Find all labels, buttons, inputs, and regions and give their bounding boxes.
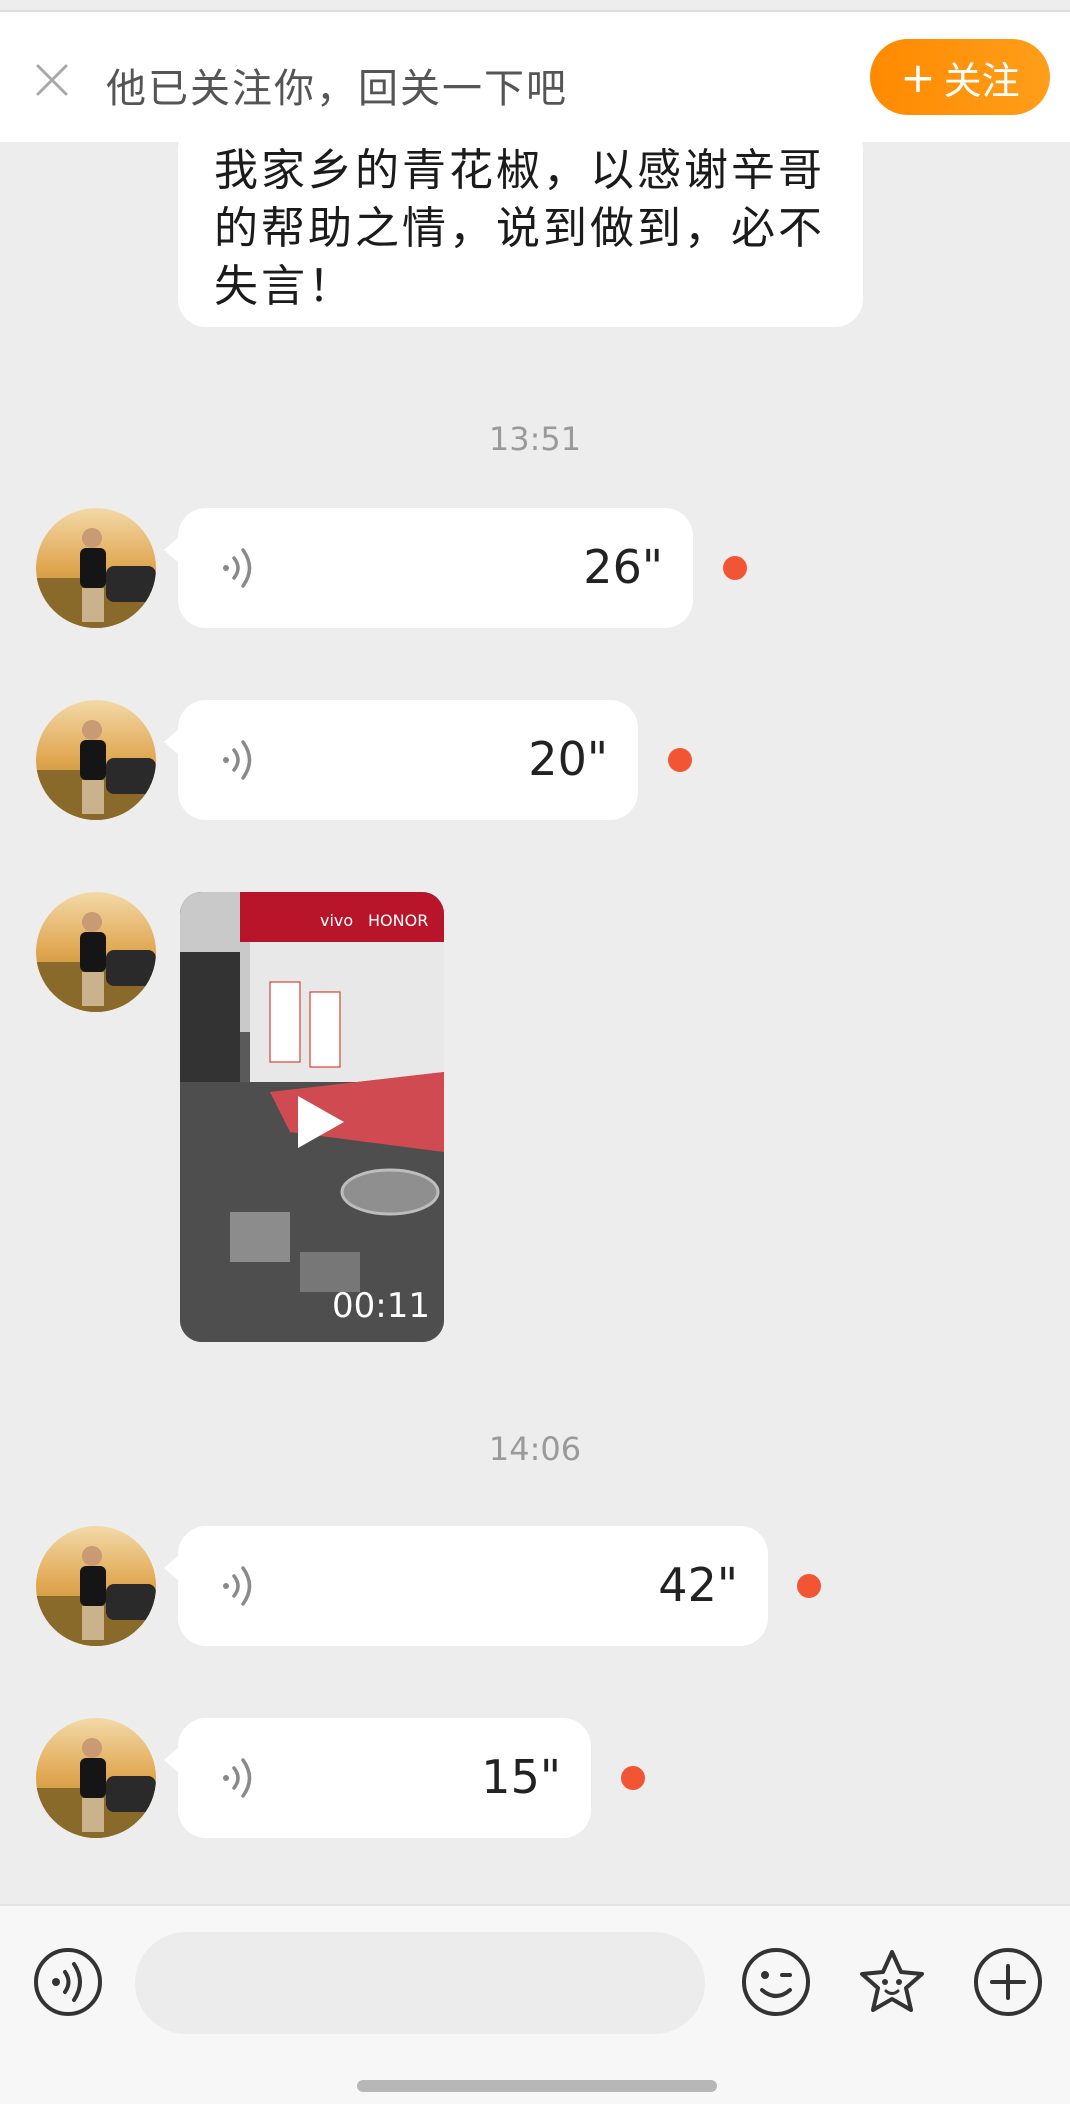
emoji-icon[interactable] <box>740 1946 812 2018</box>
follow-button[interactable]: + 关注 <box>870 39 1050 115</box>
voice-input-icon[interactable] <box>32 1946 104 2018</box>
follow-back-banner: 他已关注你，回关一下吧 + 关注 <box>0 12 1070 142</box>
avatar[interactable] <box>36 1526 156 1646</box>
avatar-image <box>36 1718 156 1838</box>
voice-duration: 15" <box>481 1750 561 1804</box>
status-strip <box>0 0 1070 12</box>
message-input[interactable] <box>135 1932 705 2034</box>
home-indicator[interactable] <box>357 2080 717 2092</box>
input-toolbar <box>0 1904 1070 2104</box>
voice-message-bubble[interactable]: 20" <box>164 700 638 820</box>
text-message-bubble[interactable]: 我家乡的青花椒，以感谢辛哥的帮助之情，说到做到，必不失言！ <box>178 142 863 327</box>
timestamp: 14:06 <box>488 1430 582 1468</box>
voice-wave-icon <box>223 1566 252 1606</box>
voice-message-bubble[interactable]: 26" <box>164 508 693 628</box>
voice-duration: 20" <box>528 732 608 786</box>
voice-message-bubble[interactable]: 15" <box>164 1718 591 1838</box>
timestamp: 13:51 <box>488 420 582 458</box>
voice-duration: 42" <box>658 1558 738 1612</box>
sticker-icon[interactable] <box>856 1946 928 2018</box>
video-duration: 00:11 <box>332 1286 430 1326</box>
avatar-image <box>36 700 156 820</box>
unread-dot <box>621 1766 645 1790</box>
voice-wave-icon <box>223 548 252 588</box>
play-icon[interactable] <box>292 1092 348 1152</box>
avatar[interactable] <box>36 1718 156 1838</box>
voice-duration: 26" <box>583 540 663 594</box>
unread-dot <box>797 1574 821 1598</box>
chat-scroll-area[interactable]: 我家乡的青花椒，以感谢辛哥的帮助之情，说到做到，必不失言！ 13:51 26" <box>0 142 1070 1904</box>
follow-button-label: 关注 <box>943 58 1020 103</box>
unread-dot <box>668 748 692 772</box>
store-sign-brand: HONOR <box>368 911 428 930</box>
follow-back-text: 他已关注你，回关一下吧 <box>106 66 568 112</box>
unread-dot <box>723 556 747 580</box>
voice-wave-icon <box>223 1758 252 1798</box>
avatar-image <box>36 892 156 1012</box>
store-sign-brand: vivo <box>320 911 353 930</box>
avatar[interactable] <box>36 508 156 628</box>
avatar-image <box>36 508 156 628</box>
avatar[interactable] <box>36 700 156 820</box>
video-message[interactable]: vivo HONOR 00:11 <box>180 892 444 1342</box>
voice-message-bubble[interactable]: 42" <box>164 1526 768 1646</box>
plus-icon[interactable] <box>972 1946 1044 2018</box>
close-icon[interactable] <box>30 58 74 102</box>
plus-glyph: + <box>900 52 936 102</box>
voice-wave-icon <box>223 740 252 780</box>
avatar-image <box>36 1526 156 1646</box>
text-message: 我家乡的青花椒，以感谢辛哥的帮助之情，说到做到，必不失言！ <box>214 145 825 312</box>
avatar[interactable] <box>36 892 156 1012</box>
